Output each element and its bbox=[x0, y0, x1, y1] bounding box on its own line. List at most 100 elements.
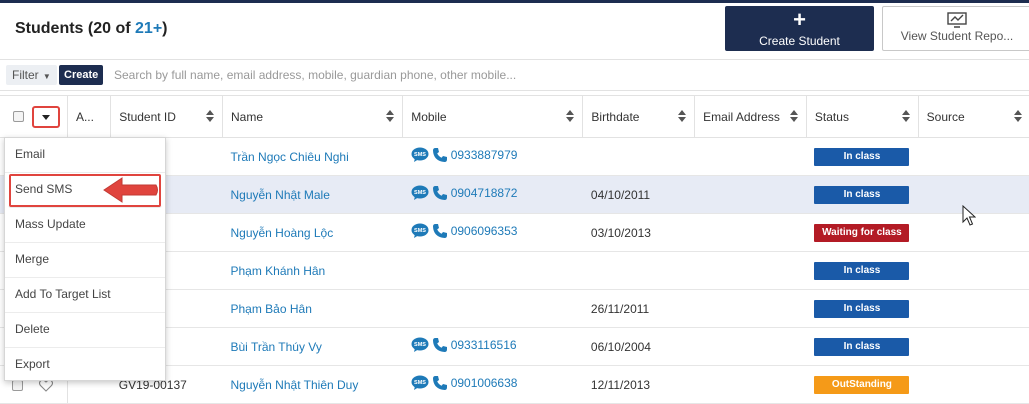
phone-link[interactable]: 0933887979 bbox=[451, 148, 518, 162]
page-title: Students (20 of 21+) bbox=[15, 20, 168, 38]
name-cell: Phạm Khánh Hân bbox=[222, 251, 403, 290]
mobile-contact: SMS 0933887979 bbox=[411, 147, 518, 163]
status-badge: Waiting for class bbox=[814, 223, 910, 242]
create-button[interactable]: Create bbox=[59, 65, 104, 85]
sms-chat-icon[interactable]: SMS bbox=[411, 223, 429, 239]
mobile-contact: SMS 0906096353 bbox=[411, 223, 518, 239]
status-cell: Waiting for class bbox=[806, 213, 919, 252]
mobile-contact: SMS 0933116516 bbox=[411, 337, 517, 353]
email-cell bbox=[694, 175, 807, 214]
menu-item-email[interactable]: Email bbox=[5, 138, 165, 173]
status-badge: In class bbox=[814, 147, 910, 166]
view-student-report-button[interactable]: View Student Repo... bbox=[882, 6, 1029, 51]
menu-item-export[interactable]: Export bbox=[5, 348, 165, 383]
phone-icon[interactable] bbox=[432, 375, 448, 391]
status-cell: In class bbox=[806, 175, 919, 214]
title-text: Students bbox=[15, 20, 84, 37]
page-header: Students (20 of 21+) + Create Student Vi… bbox=[0, 3, 1029, 59]
search-toolbar: Filter ▼ Create bbox=[0, 59, 1029, 91]
bulk-actions-menu: Email Send SMS Mass Update Merge Add To Targ… bbox=[4, 137, 166, 381]
student-name-link[interactable]: Nguyễn Hoàng Lộc bbox=[230, 226, 333, 240]
sort-icon[interactable] bbox=[205, 110, 214, 124]
phone-link[interactable]: 0933116516 bbox=[451, 338, 517, 352]
column-header[interactable]: Source bbox=[917, 95, 1029, 138]
phone-link[interactable]: 0904718872 bbox=[451, 186, 518, 200]
email-cell bbox=[694, 289, 807, 328]
sort-icon[interactable] bbox=[1014, 110, 1022, 124]
student-name-link[interactable]: Nguyễn Nhật Thiên Duy bbox=[230, 378, 358, 392]
mobile-cell: SMS 0906096353 bbox=[402, 213, 583, 252]
filter-label: Filter bbox=[12, 68, 39, 82]
chevron-down-icon: ▼ bbox=[40, 72, 51, 81]
status-badge: In class bbox=[814, 299, 910, 318]
student-name-link[interactable]: Trần Ngọc Chiêu Nghi bbox=[230, 150, 348, 164]
name-cell: Nguyễn Nhật Thiên Duy bbox=[222, 365, 403, 404]
email-cell bbox=[694, 137, 807, 176]
source-cell bbox=[918, 365, 1029, 404]
sort-icon[interactable] bbox=[566, 110, 575, 124]
menu-item-merge[interactable]: Merge bbox=[5, 243, 165, 278]
student-name-link[interactable]: Nguyễn Nhật Male bbox=[230, 188, 329, 202]
mobile-contact: SMS 0901006638 bbox=[411, 375, 518, 391]
bulk-actions-dropdown-toggle[interactable] bbox=[32, 106, 60, 128]
column-header[interactable]: Status bbox=[805, 95, 919, 138]
phone-icon[interactable] bbox=[432, 185, 448, 201]
mobile-cell: SMS 0933887979 bbox=[402, 137, 583, 176]
status-cell: In class bbox=[806, 289, 919, 328]
column-header[interactable]: Student ID bbox=[110, 95, 223, 138]
source-cell bbox=[918, 289, 1029, 328]
phone-icon[interactable] bbox=[432, 147, 448, 163]
menu-item-mass-update[interactable]: Mass Update bbox=[5, 208, 165, 243]
svg-text:SMS: SMS bbox=[414, 190, 426, 196]
status-cell: In class bbox=[806, 251, 919, 290]
column-header-label: Name bbox=[230, 109, 263, 124]
birthdate-cell: 12/11/2013 bbox=[582, 365, 695, 404]
count-link[interactable]: 21+ bbox=[135, 20, 162, 37]
svg-text:SMS: SMS bbox=[414, 380, 426, 386]
count-suffix: ) bbox=[162, 20, 168, 37]
sort-icon[interactable] bbox=[678, 110, 687, 124]
status-badge: In class bbox=[814, 337, 910, 356]
student-name-link[interactable]: Phạm Bảo Hân bbox=[230, 302, 311, 316]
phone-link[interactable]: 0906096353 bbox=[451, 224, 518, 238]
column-header[interactable]: Mobile bbox=[402, 95, 583, 138]
birthdate-cell bbox=[582, 251, 695, 290]
menu-item-add-to-target-list[interactable]: Add To Target List bbox=[5, 278, 165, 313]
sms-chat-icon[interactable]: SMS bbox=[411, 337, 429, 353]
mobile-cell: SMS 0901006638 bbox=[402, 365, 583, 404]
email-cell bbox=[694, 251, 807, 290]
sort-icon[interactable] bbox=[789, 110, 798, 124]
menu-item-delete[interactable]: Delete bbox=[5, 313, 165, 348]
student-name-link[interactable]: Bùi Trần Thúy Vy bbox=[230, 340, 321, 354]
svg-text:SMS: SMS bbox=[414, 228, 426, 234]
report-chart-icon bbox=[947, 12, 967, 28]
column-header-label: Source bbox=[926, 109, 965, 124]
column-header[interactable]: Email Address bbox=[694, 95, 807, 138]
column-header[interactable]: Birthdate bbox=[582, 95, 695, 138]
sort-icon[interactable] bbox=[386, 110, 395, 124]
table-header-row: A... Student ID Name Mobile Birthdate Em… bbox=[0, 95, 1029, 138]
mobile-cell bbox=[402, 251, 583, 290]
status-badge: In class bbox=[814, 261, 910, 280]
search-input[interactable] bbox=[108, 64, 1023, 86]
select-all-checkbox[interactable] bbox=[13, 111, 24, 122]
annotation-arrow-icon bbox=[103, 177, 158, 203]
phone-icon[interactable] bbox=[432, 337, 448, 353]
birthdate-cell: 06/10/2004 bbox=[582, 327, 695, 366]
source-cell bbox=[918, 327, 1029, 366]
column-header[interactable]: A... bbox=[66, 95, 111, 138]
filter-button[interactable]: Filter ▼ bbox=[6, 65, 57, 85]
view-report-label: View Student Repo... bbox=[900, 29, 1014, 43]
sms-chat-icon[interactable]: SMS bbox=[411, 375, 429, 391]
sms-chat-icon[interactable]: SMS bbox=[411, 185, 429, 201]
email-cell bbox=[694, 365, 807, 404]
create-student-button[interactable]: + Create Student bbox=[725, 6, 874, 51]
select-header bbox=[0, 95, 68, 138]
student-name-link[interactable]: Phạm Khánh Hân bbox=[230, 264, 325, 278]
phone-link[interactable]: 0901006638 bbox=[451, 376, 518, 390]
sms-chat-icon[interactable]: SMS bbox=[411, 147, 429, 163]
status-cell: In class bbox=[806, 137, 919, 176]
column-header[interactable]: Name bbox=[221, 95, 403, 138]
phone-icon[interactable] bbox=[432, 223, 448, 239]
sort-icon[interactable] bbox=[901, 110, 910, 124]
